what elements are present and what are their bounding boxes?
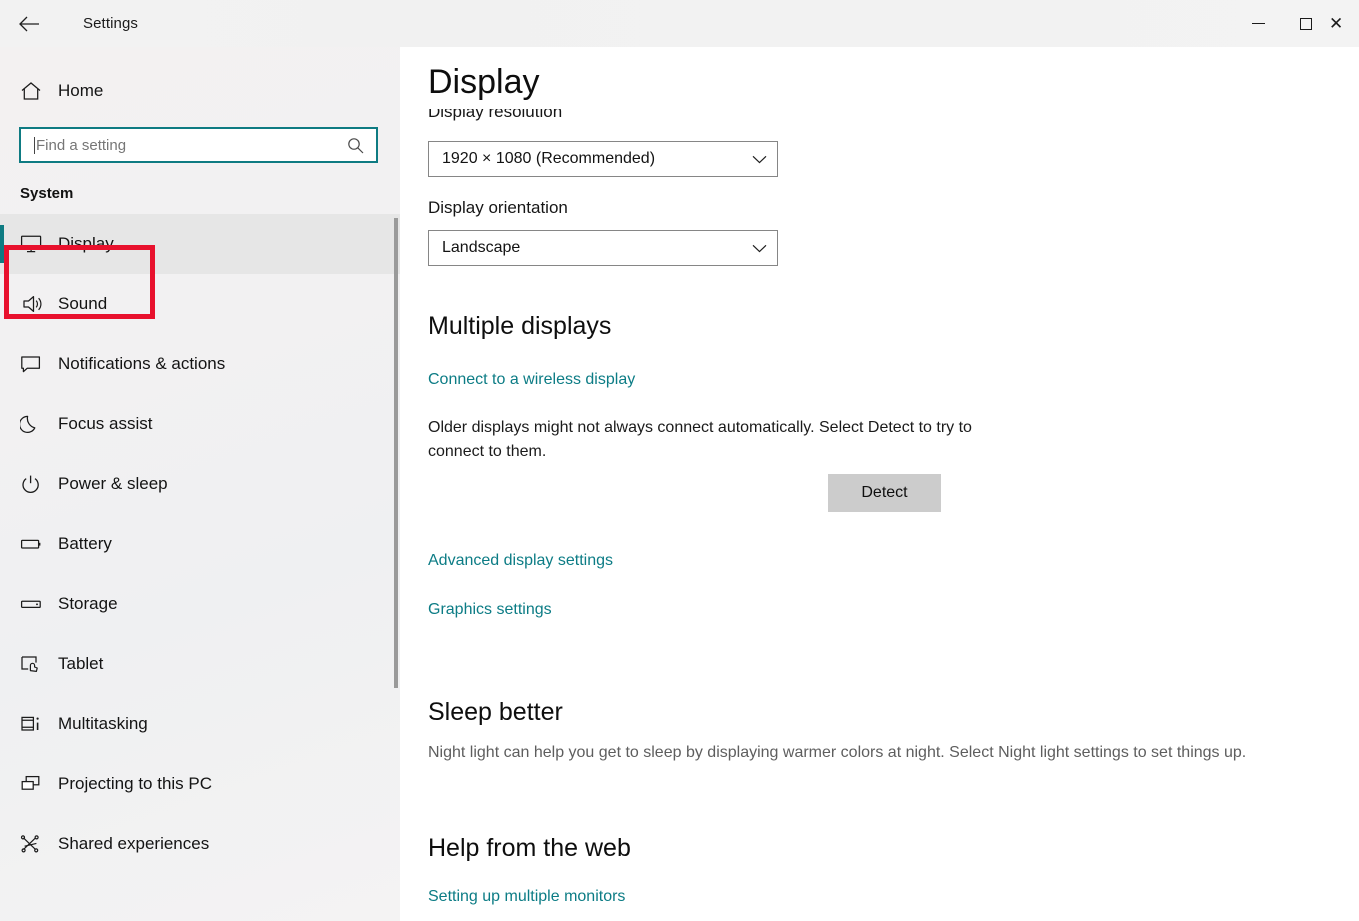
chevron-down-icon [752, 244, 767, 253]
sidebar-item-tablet[interactable]: Tablet [0, 634, 400, 694]
detect-button[interactable]: Detect [828, 474, 941, 512]
display-resolution-dropdown[interactable]: 1920 × 1080 (Recommended) [428, 141, 778, 177]
sidebar-item-label: Power & sleep [58, 474, 168, 493]
multiple-displays-heading: Multiple displays [428, 312, 612, 340]
tablet-icon [20, 654, 56, 674]
maximize-icon [1299, 17, 1312, 30]
settings-window: Settings ✕ Home Find a setting System Di… [0, 0, 1359, 921]
setting-up-multiple-monitors-link[interactable]: Setting up multiple monitors [428, 887, 625, 908]
home-icon [20, 81, 56, 101]
window-controls: ✕ [1235, 0, 1359, 47]
sidebar-item-label: Sound [58, 294, 108, 313]
sidebar-item-projecting-to-this-pc[interactable]: Projecting to this PC [0, 754, 400, 814]
arrow-left-icon [18, 16, 40, 32]
sidebar-nav-list: Display Sound Notifications & actions Fo… [0, 214, 400, 874]
display-orientation-label: Display orientation [428, 198, 568, 217]
minimize-icon [1252, 23, 1265, 24]
multiple-displays-description: Older displays might not always connect … [428, 419, 972, 460]
sidebar-item-sound[interactable]: Sound [0, 274, 400, 334]
sidebar-item-label: Storage [58, 594, 118, 613]
sleep-better-description: Night light can help you get to sleep by… [428, 744, 1247, 761]
sidebar-item-shared-experiences[interactable]: Shared experiences [0, 814, 400, 874]
sidebar-item-display[interactable]: Display [0, 214, 400, 274]
sidebar-item-focus-assist[interactable]: Focus assist [0, 394, 400, 454]
moon-icon [20, 414, 56, 434]
back-button[interactable] [6, 9, 52, 39]
sidebar-item-notifications-actions[interactable]: Notifications & actions [0, 334, 400, 394]
display-resolution-label: Display resolution [428, 109, 563, 121]
sidebar: Home Find a setting System Display Sound… [0, 47, 400, 921]
display-orientation-value: Landscape [442, 239, 521, 256]
sidebar-item-multitasking[interactable]: Multitasking [0, 694, 400, 754]
content-scroll-area: Display resolution 1920 × 1080 (Recommen… [400, 47, 1359, 921]
title-bar: Settings ✕ [0, 0, 1359, 47]
sidebar-item-label: Battery [58, 534, 112, 553]
connect-wireless-display-link[interactable]: Connect to a wireless display [428, 370, 635, 391]
share-nodes-icon [20, 834, 56, 854]
sidebar-group-title: System [20, 185, 74, 202]
text-caret [34, 136, 35, 154]
page-title: Display [428, 63, 558, 103]
multitasking-icon [20, 714, 56, 734]
power-icon [20, 474, 56, 494]
search-container: Find a setting [19, 127, 380, 163]
search-input[interactable]: Find a setting [19, 127, 378, 163]
sidebar-item-label: Focus assist [58, 414, 153, 433]
display-orientation-dropdown[interactable]: Landscape [428, 230, 778, 266]
search-placeholder: Find a setting [36, 136, 127, 154]
sidebar-item-home[interactable]: Home [0, 68, 400, 113]
sidebar-home-label: Home [58, 80, 104, 100]
comment-icon [20, 354, 56, 374]
project-screen-icon [20, 774, 56, 794]
advanced-display-settings-link[interactable]: Advanced display settings [428, 551, 613, 572]
sidebar-item-battery[interactable]: Battery [0, 514, 400, 574]
display-resolution-value: 1920 × 1080 (Recommended) [442, 150, 656, 167]
window-title: Settings [83, 15, 138, 32]
battery-icon [20, 534, 56, 554]
speaker-icon [20, 294, 56, 314]
graphics-settings-link[interactable]: Graphics settings [428, 600, 552, 621]
drive-icon [20, 594, 56, 614]
sidebar-item-label: Notifications & actions [58, 354, 226, 373]
sidebar-item-label: Shared experiences [58, 834, 210, 853]
monitor-icon [20, 234, 56, 254]
sidebar-item-label: Projecting to this PC [58, 774, 213, 793]
close-button[interactable]: ✕ [1329, 0, 1359, 47]
chevron-down-icon [752, 155, 767, 164]
sidebar-item-label: Multitasking [58, 714, 148, 733]
minimize-button[interactable] [1235, 0, 1282, 47]
main-content: Display resolution 1920 × 1080 (Recommen… [400, 47, 1359, 921]
help-from-web-heading: Help from the web [428, 834, 631, 862]
sleep-better-heading: Sleep better [428, 698, 563, 726]
sidebar-item-storage[interactable]: Storage [0, 574, 400, 634]
close-icon: ✕ [1329, 14, 1344, 33]
maximize-button[interactable] [1282, 0, 1329, 47]
sidebar-item-label: Tablet [58, 654, 104, 673]
sidebar-scrollbar-thumb[interactable] [394, 218, 398, 688]
sidebar-item-label: Display [58, 234, 114, 253]
sidebar-item-power-sleep[interactable]: Power & sleep [0, 454, 400, 514]
search-icon[interactable] [347, 137, 368, 154]
